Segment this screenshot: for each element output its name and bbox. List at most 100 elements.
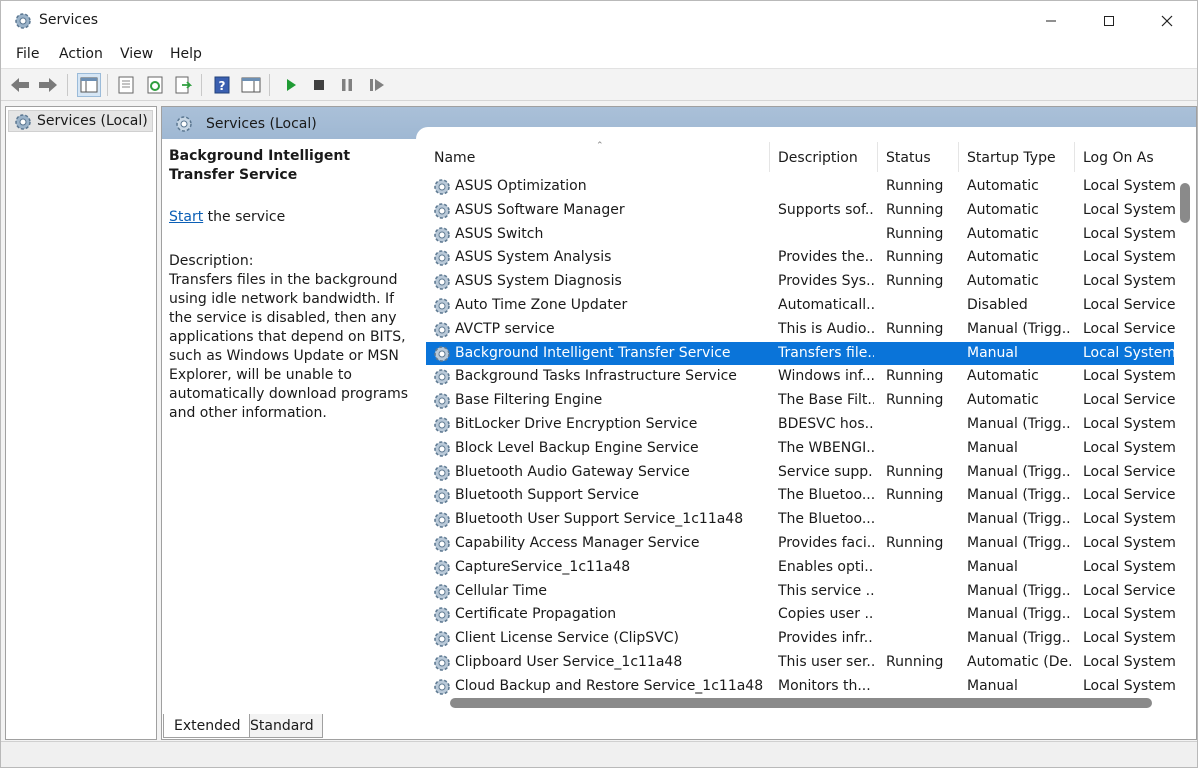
service-status-cell: Running [886, 653, 944, 670]
service-log-on-as-cell: Local Service [1083, 487, 1175, 504]
refresh-button[interactable] [143, 73, 167, 97]
service-gear-icon [432, 534, 452, 558]
action-pane-button[interactable] [239, 73, 263, 97]
help-button[interactable]: ? [210, 73, 234, 97]
export-list-button[interactable] [171, 73, 195, 97]
service-status-cell: Running [886, 534, 944, 551]
pause-service-button[interactable] [335, 73, 359, 97]
service-startup-type-cell: Manual (Trigg... [967, 534, 1071, 551]
table-row[interactable]: ASUS Optimization Running Automatic Local S… [426, 175, 1175, 199]
show-hide-console-tree-icon [80, 77, 98, 93]
horizontal-scroll-thumb[interactable] [450, 698, 1152, 708]
service-log-on-as-cell: Local System [1083, 511, 1175, 528]
column-header-description[interactable]: Description [770, 142, 878, 172]
service-description-cell: This service ... [778, 582, 874, 599]
service-name-cell: Cloud Backup and Restore Service_1c11a48 [455, 677, 764, 694]
service-log-on-as-cell: Local System [1083, 677, 1175, 694]
tab-standard[interactable]: Standard [239, 714, 323, 738]
service-log-on-as-cell: Local System [1083, 606, 1175, 623]
forward-button[interactable] [36, 73, 60, 97]
column-header-status[interactable]: Status [878, 142, 959, 172]
table-row[interactable]: Base Filtering Engine The Base Filt... Run… [426, 389, 1175, 415]
back-button[interactable] [8, 73, 32, 97]
services-rows: ASUS Optimization Running Automatic Local S… [426, 175, 1178, 695]
toolbar: ? [1, 69, 1197, 101]
service-name-cell: Bluetooth User Support Service_1c11a48 [455, 511, 744, 528]
minimize-button[interactable] [1022, 1, 1080, 41]
close-button[interactable] [1138, 1, 1196, 41]
service-description-cell: Service supp... [778, 463, 874, 480]
menu-file[interactable]: File [16, 46, 39, 62]
table-row[interactable]: ASUS System Diagnosis Provides Sys... Runn… [426, 270, 1175, 294]
service-log-on-as-cell: Local System [1083, 630, 1175, 647]
service-name-cell: CaptureService_1c11a48 [455, 558, 631, 575]
stop-service-button[interactable] [307, 73, 331, 97]
service-startup-type-cell: Manual (Trigg... [967, 463, 1071, 480]
maximize-button[interactable] [1080, 1, 1138, 41]
table-row[interactable]: ASUS Software Manager Supports sof... Runn… [426, 199, 1175, 223]
service-description-cell: Provides Sys... [778, 273, 874, 290]
service-name-cell: Background Intelligent Transfer Service [455, 344, 731, 361]
menu-view[interactable]: View [120, 46, 153, 62]
table-row[interactable]: Client License Service (ClipSVC) Provides… [426, 627, 1175, 651]
service-name-cell: Bluetooth Support Service [455, 487, 639, 504]
minimize-icon [1046, 20, 1056, 22]
selected-service-name: Background Intelligent Transfer Service [169, 148, 351, 183]
restart-service-button[interactable] [365, 73, 389, 97]
tab-extended[interactable]: Extended [163, 714, 250, 738]
table-row[interactable]: BitLocker Drive Encryption Service BDESVC… [426, 413, 1175, 437]
table-row[interactable]: Background Intelligent Transfer Service T… [426, 341, 1175, 368]
service-description-cell: Supports sof... [778, 201, 874, 218]
table-row[interactable]: ASUS System Analysis Provides the... Runni… [426, 246, 1175, 270]
table-row[interactable]: CaptureService_1c11a48 Enables opti... Man… [426, 556, 1175, 580]
service-startup-type-cell: Manual (Trigg... [967, 511, 1071, 528]
service-startup-type-cell: Manual (Trigg... [967, 606, 1071, 623]
table-row[interactable]: Certificate Propagation Copies user ... Ma… [426, 603, 1175, 627]
horizontal-scrollbar[interactable] [426, 695, 1178, 709]
table-row[interactable]: Clipboard User Service_1c11a48 This user … [426, 651, 1175, 675]
service-gear-icon [432, 463, 452, 487]
menu-bar: File Action View Help [1, 41, 1197, 69]
service-gear-icon [432, 391, 452, 415]
menu-help[interactable]: Help [170, 46, 202, 62]
show-hide-tree-button[interactable] [77, 73, 101, 97]
pane-header-title: Services (Local) [206, 116, 317, 132]
restart-service-icon [370, 79, 384, 91]
service-startup-type-cell: Automatic [967, 392, 1039, 409]
service-log-on-as-cell: Local System [1083, 439, 1175, 456]
table-row[interactable]: Capability Access Manager Service Provide… [426, 532, 1175, 558]
table-row[interactable]: Bluetooth Audio Gateway Service Service s… [426, 461, 1175, 487]
service-name-cell: Clipboard User Service_1c11a48 [455, 653, 683, 670]
service-name-cell: ASUS Software Manager [455, 201, 625, 218]
start-service-link[interactable]: Start [169, 209, 203, 225]
service-status-cell: Running [886, 178, 944, 194]
service-name-cell: ASUS System Analysis [455, 249, 612, 266]
vertical-scrollbar[interactable] [1178, 139, 1196, 695]
column-header-log-on-as[interactable]: Log On As [1075, 142, 1178, 172]
menu-action[interactable]: Action [59, 46, 103, 62]
table-row[interactable]: Background Tasks Infrastructure Service W… [426, 365, 1175, 391]
table-row[interactable]: Cellular Time This service ... Manual (Tri… [426, 580, 1175, 604]
tree-item-services-local[interactable]: Services (Local) [8, 110, 153, 132]
service-gear-icon [432, 344, 452, 368]
start-service-button[interactable] [279, 73, 303, 97]
table-row[interactable]: Auto Time Zone Updater Automaticall... Dis… [426, 294, 1175, 318]
description-text: Transfers files in the background using … [169, 272, 409, 421]
table-row[interactable]: Cloud Backup and Restore Service_1c11a48… [426, 675, 1175, 695]
column-header-name[interactable]: ⌃ Name [426, 141, 770, 172]
table-row[interactable]: Bluetooth User Support Service_1c11a48 Th… [426, 508, 1175, 532]
table-row[interactable]: AVCTP service This is Audio... Running Manu… [426, 318, 1175, 342]
vertical-scroll-thumb[interactable] [1180, 183, 1190, 223]
service-log-on-as-cell: Local System [1083, 534, 1175, 551]
table-row[interactable]: Block Level Backup Engine Service The WBE… [426, 437, 1175, 461]
service-name-cell: Client License Service (ClipSVC) [455, 630, 680, 647]
column-header-label: Name [434, 150, 476, 166]
close-icon [1161, 15, 1173, 27]
table-row[interactable]: Bluetooth Support Service The Bluetoo... R… [426, 484, 1175, 508]
service-gear-icon [432, 367, 452, 391]
column-header-startup-type[interactable]: Startup Type [959, 142, 1075, 172]
title-bar[interactable]: Services [1, 1, 1197, 41]
properties-button[interactable] [114, 73, 138, 97]
service-startup-type-cell: Manual [967, 677, 1018, 694]
table-row[interactable]: ASUS Switch Running Automatic Local System [426, 223, 1175, 247]
